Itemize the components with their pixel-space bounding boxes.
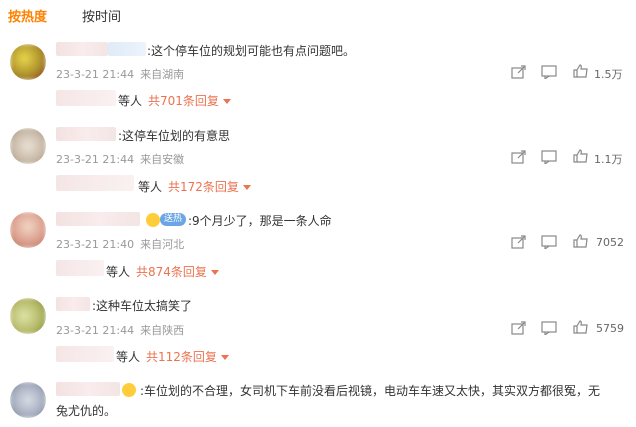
- comment-icon[interactable]: [541, 235, 557, 249]
- comment-icon[interactable]: [541, 65, 557, 79]
- comment-location: 来自河北: [140, 238, 185, 251]
- avatar[interactable]: [10, 44, 46, 80]
- share-icon[interactable]: [511, 321, 527, 335]
- avatar[interactable]: [10, 298, 46, 334]
- sort-tabs: 按热度 按时间: [0, 0, 636, 30]
- comment-time: 23-3-21 21:44: [56, 68, 135, 81]
- fan-badge: 送热: [160, 213, 187, 226]
- reply-who: 等人: [118, 94, 143, 108]
- like-count: 7052: [596, 236, 624, 249]
- chevron-down-icon[interactable]: [210, 270, 219, 275]
- username[interactable]: [56, 297, 90, 311]
- like-icon[interactable]: [573, 234, 589, 248]
- reply-avatars: [56, 260, 104, 276]
- like-count: 1.5万: [594, 68, 623, 81]
- reply-count[interactable]: 共172条回复: [168, 180, 239, 194]
- comment-text: :这种车位太搞笑了: [92, 299, 193, 313]
- reply-who: 等人: [138, 180, 163, 194]
- emoji-icon: [146, 213, 160, 227]
- comment-meta: 23-3-21 21:40 来自河北: [56, 236, 184, 252]
- like-count: 5759: [596, 322, 624, 335]
- username[interactable]: [56, 127, 116, 141]
- reply-avatars: [56, 90, 116, 106]
- reply-who: 等人: [106, 265, 131, 279]
- comment-location: 来自湖南: [140, 68, 185, 81]
- reply-who: 等人: [116, 350, 141, 364]
- chevron-down-icon[interactable]: [222, 99, 231, 104]
- username-suffix[interactable]: [108, 42, 146, 56]
- chevron-down-icon[interactable]: [220, 355, 229, 360]
- share-icon[interactable]: [511, 150, 527, 164]
- comment-meta: 23-3-21 21:44 来自湖南: [56, 66, 184, 82]
- username[interactable]: [56, 42, 108, 56]
- comment-location: 来自安徽: [140, 153, 185, 166]
- comment-meta: 23-3-21 21:44 来自陕西: [56, 322, 184, 338]
- avatar[interactable]: [10, 382, 46, 418]
- tab-hot[interactable]: 按热度: [8, 6, 47, 25]
- comment-icon[interactable]: [541, 150, 557, 164]
- username[interactable]: [56, 212, 140, 226]
- comment-meta: 23-3-21 21:44 来自安徽: [56, 151, 184, 167]
- emoji-icon: [122, 383, 136, 397]
- comment-text: :9个月少了，那是一条人命: [188, 214, 332, 228]
- reply-count[interactable]: 共701条回复: [148, 94, 219, 108]
- avatar[interactable]: [10, 128, 46, 164]
- comment-time: 23-3-21 21:44: [56, 153, 135, 166]
- comment-text-line2: 兔尤仇的。: [56, 404, 117, 418]
- comment-icon[interactable]: [541, 321, 557, 335]
- comment-location: 来自陕西: [140, 324, 185, 337]
- username[interactable]: [56, 382, 120, 396]
- comment-text: :这个停车位的规划可能也有点问题吧。: [147, 44, 356, 58]
- reply-count[interactable]: 共112条回复: [146, 350, 217, 364]
- reply-avatars: [56, 346, 114, 362]
- chevron-down-icon[interactable]: [242, 185, 251, 190]
- replies-link[interactable]: 等人 共701条回复: [118, 92, 231, 109]
- comment-text: :这停车位划的有意思: [118, 129, 231, 143]
- tab-time[interactable]: 按时间: [82, 6, 121, 25]
- like-icon[interactable]: [573, 320, 589, 334]
- reply-avatars: [56, 175, 134, 191]
- avatar[interactable]: [10, 212, 46, 248]
- comment-text-line1: :车位划的不合理，女司机下车前没看后视镜，电动车车速又太快，其实双方都很冤，无: [140, 384, 601, 398]
- share-icon[interactable]: [511, 235, 527, 249]
- share-icon[interactable]: [511, 65, 527, 79]
- comment-time: 23-3-21 21:40: [56, 238, 135, 251]
- comment-time: 23-3-21 21:44: [56, 324, 135, 337]
- replies-link[interactable]: 等人 共874条回复: [106, 263, 219, 280]
- replies-link[interactable]: 等人 共172条回复: [138, 178, 251, 195]
- replies-link[interactable]: 等人 共112条回复: [116, 348, 229, 365]
- like-icon[interactable]: [573, 149, 589, 163]
- like-icon[interactable]: [573, 64, 589, 78]
- reply-count[interactable]: 共874条回复: [136, 265, 207, 279]
- like-count: 1.1万: [594, 153, 623, 166]
